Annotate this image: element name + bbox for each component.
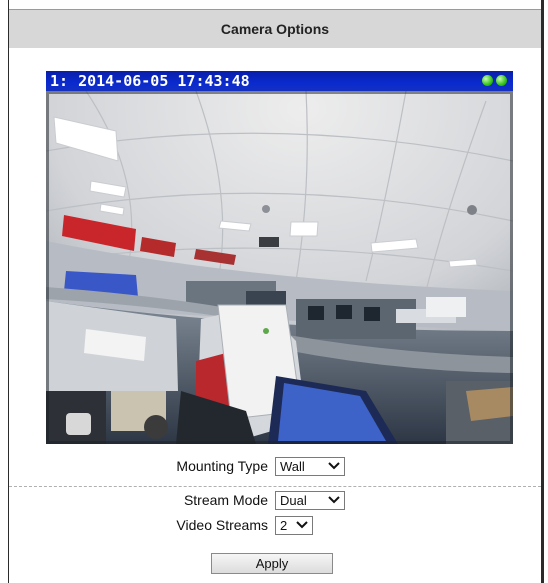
video-streams-row: Video Streams 2 <box>9 514 541 536</box>
video-streams-label: Video Streams <box>176 517 268 533</box>
mounting-type-label: Mounting Type <box>176 458 268 474</box>
stream-mode-row: Stream Mode Dual <box>9 489 541 511</box>
chevron-down-icon <box>296 521 308 529</box>
camera-video-feed[interactable]: 1: 2014-06-05 17:43:48 <box>46 71 513 444</box>
status-indicators <box>482 75 507 86</box>
section-divider <box>9 486 541 487</box>
stream-mode-value: Dual <box>280 492 307 508</box>
mounting-type-value: Wall <box>280 458 305 474</box>
panel-header: Camera Options <box>9 9 541 48</box>
stream-mode-select[interactable]: Dual <box>275 490 345 510</box>
mounting-type-select[interactable]: Wall <box>275 456 345 476</box>
apply-button[interactable]: Apply <box>211 553 333 574</box>
video-timestamp: 2014-06-05 17:43:48 <box>78 72 250 90</box>
mounting-type-row: Mounting Type Wall <box>9 455 541 477</box>
stream-mode-label: Stream Mode <box>183 492 268 508</box>
fisheye-office-scene <box>46 91 513 444</box>
video-streams-value: 2 <box>280 517 288 533</box>
chevron-down-icon <box>328 462 340 470</box>
green-status-icon <box>482 75 493 86</box>
panel-title: Camera Options <box>220 21 330 37</box>
camera-options-panel: Camera Options 1: 2014-06-05 17:43:48 Mo… <box>8 0 544 583</box>
video-osd-bar: 1: 2014-06-05 17:43:48 <box>46 71 513 91</box>
green-status-icon <box>496 75 507 86</box>
chevron-down-icon <box>328 496 340 504</box>
video-streams-select[interactable]: 2 <box>275 515 313 535</box>
channel-number: 1: <box>50 72 69 90</box>
top-strip <box>9 0 541 9</box>
